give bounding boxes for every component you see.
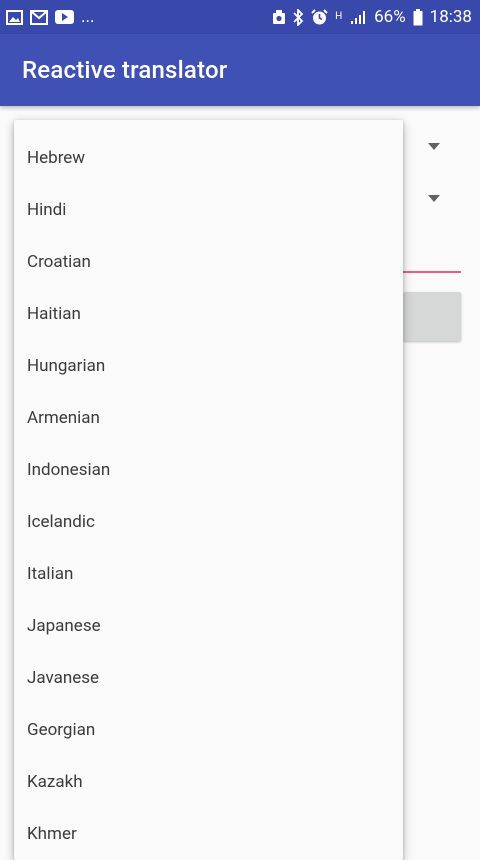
language-option[interactable]: Haitian <box>14 288 403 340</box>
signal-icon <box>350 10 367 25</box>
youtube-icon <box>55 10 74 24</box>
language-option[interactable]: Croatian <box>14 236 403 288</box>
text-input-underline[interactable] <box>403 271 461 273</box>
status-bar-notifications: ... <box>6 7 94 27</box>
gallery-icon <box>6 9 23 25</box>
battery-percent: 66% <box>374 7 406 27</box>
sync-icon <box>272 9 286 25</box>
language-option[interactable]: Javanese <box>14 652 403 704</box>
language-option[interactable]: Hungarian <box>14 340 403 392</box>
language-option[interactable]: Italian <box>14 548 403 600</box>
clock: 18:38 <box>429 7 472 27</box>
language-dropdown[interactable]: Hebrew Hindi Croatian Haitian Hungarian … <box>14 120 403 860</box>
status-bar-system: H 66% 18:38 <box>272 7 472 27</box>
language-option[interactable]: Hebrew <box>14 132 403 184</box>
target-language-spinner-arrow-icon[interactable] <box>428 195 440 202</box>
app-bar: Reactive translator <box>0 34 480 106</box>
status-bar: ... H 66% 18:38 <box>0 0 480 34</box>
battery-icon <box>413 8 423 26</box>
more-notifications-indicator: ... <box>81 7 95 27</box>
language-option[interactable]: Icelandic <box>14 496 403 548</box>
alarm-icon <box>311 8 328 26</box>
language-list: Hebrew Hindi Croatian Haitian Hungarian … <box>14 120 403 860</box>
language-option[interactable]: Khmer <box>14 808 403 860</box>
language-option[interactable]: Japanese <box>14 600 403 652</box>
network-type-label: H <box>335 11 343 22</box>
bluetooth-icon <box>293 8 304 26</box>
language-option[interactable]: Hindi <box>14 184 403 236</box>
language-option[interactable]: Indonesian <box>14 444 403 496</box>
email-icon <box>30 9 48 25</box>
app-title: Reactive translator <box>22 56 228 84</box>
source-language-spinner-arrow-icon[interactable] <box>428 143 440 150</box>
language-option[interactable]: Kazakh <box>14 756 403 808</box>
translate-button[interactable] <box>403 292 461 341</box>
language-option[interactable]: Georgian <box>14 704 403 756</box>
language-option[interactable]: Armenian <box>14 392 403 444</box>
